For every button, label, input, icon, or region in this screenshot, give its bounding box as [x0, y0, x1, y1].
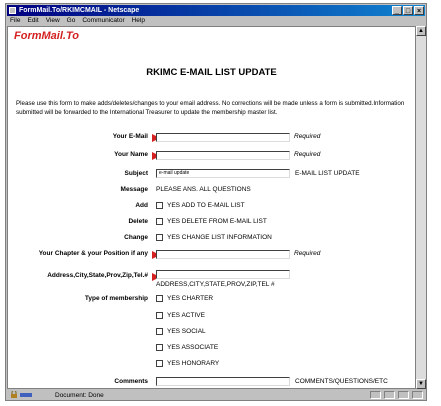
status-bar: Document: Done	[7, 390, 425, 401]
change-label: Change	[124, 234, 148, 241]
social-checkbox[interactable]	[156, 328, 163, 335]
email-label: Your E-Mail	[112, 133, 148, 140]
associate-checkbox[interactable]	[156, 344, 163, 351]
security-lock-icon[interactable]	[11, 390, 33, 399]
subject-field[interactable]: e-mail update	[156, 169, 290, 178]
subject-label: Subject	[124, 170, 148, 177]
menu-communicator[interactable]: Communicator	[82, 16, 124, 26]
status-panel-icon	[370, 391, 381, 399]
vertical-scrollbar[interactable]: ▲ ▼	[416, 26, 426, 389]
subject-note: E-MAIL LIST UPDATE	[295, 170, 360, 177]
delete-checkbox[interactable]	[156, 218, 163, 225]
browser-window: FormMail.To/RKIMCMAIL - Netscape _ □ × F…	[5, 3, 427, 401]
address-field[interactable]	[156, 270, 290, 279]
membership-label: Type of membership	[84, 295, 148, 302]
delete-option-label: YES DELETE FROM E-MAIL LIST	[167, 218, 267, 225]
active-checkbox[interactable]	[156, 312, 163, 319]
comments-note: COMMENTS/QUESTIONS/ETC	[295, 378, 388, 385]
menu-bar: File Edit View Go Communicator Help	[7, 16, 425, 26]
delete-label: Delete	[128, 218, 148, 225]
composer-icon[interactable]	[412, 391, 423, 399]
menu-view[interactable]: View	[46, 16, 60, 26]
window-controls: _ □ ×	[392, 6, 424, 15]
scroll-up-arrow-icon[interactable]: ▲	[416, 26, 426, 36]
membership-option-label: YES HONORARY	[167, 360, 220, 367]
page-content: FormMail.To RKIMC E-MAIL LIST UPDATE Ple…	[7, 26, 416, 389]
mail-icon[interactable]	[398, 391, 409, 399]
component-bar-icon[interactable]	[384, 391, 395, 399]
minimize-button[interactable]: _	[392, 6, 402, 15]
message-label: Message	[120, 186, 148, 193]
honorary-checkbox[interactable]	[156, 360, 163, 367]
name-required-note: Required	[294, 151, 321, 158]
membership-option-label: YES SOCIAL	[167, 328, 206, 335]
page-title: RKIMC E-MAIL LIST UPDATE	[146, 67, 277, 78]
membership-option-label: YES CHARTER	[167, 295, 214, 302]
window-title: FormMail.To/RKIMCMAIL - Netscape	[19, 7, 140, 14]
comments-label: Comments	[114, 378, 148, 385]
change-option-label: YES CHANGE LIST INFORMATION	[167, 234, 272, 241]
name-field[interactable]	[156, 151, 290, 160]
title-bar: FormMail.To/RKIMCMAIL - Netscape _ □ ×	[7, 5, 425, 16]
add-option-label: YES ADD TO E-MAIL LIST	[167, 202, 245, 209]
netscape-app-icon	[9, 7, 16, 14]
menu-edit[interactable]: Edit	[27, 16, 38, 26]
add-checkbox[interactable]	[156, 202, 163, 209]
menu-file[interactable]: File	[10, 16, 20, 26]
address-note: ADDRESS,CITY,STATE,PROV,ZIP,TEL #	[156, 281, 275, 288]
email-field[interactable]	[156, 133, 290, 142]
close-button[interactable]: ×	[414, 6, 424, 15]
status-tray	[370, 391, 423, 399]
name-label: Your Name	[114, 151, 148, 158]
chapter-label: Your Chapter & your Position if any	[38, 250, 148, 257]
chapter-position-field[interactable]	[156, 250, 290, 259]
status-text: Document: Done	[55, 392, 104, 399]
change-checkbox[interactable]	[156, 234, 163, 241]
add-label: Add	[135, 202, 148, 209]
membership-option-label: YES ACTIVE	[167, 312, 205, 319]
maximize-button[interactable]: □	[403, 6, 413, 15]
menu-go[interactable]: Go	[67, 16, 76, 26]
chapter-required-note: Required	[294, 250, 321, 257]
intro-text: Please use this form to make adds/delete…	[16, 100, 405, 116]
scroll-down-arrow-icon[interactable]: ▼	[416, 379, 426, 389]
charter-checkbox[interactable]	[156, 295, 163, 302]
menu-help[interactable]: Help	[132, 16, 145, 26]
comments-field[interactable]	[156, 377, 290, 386]
email-required-note: Required	[294, 133, 321, 140]
address-label: Address,City,State,Prov,Zip,Tel.#	[47, 272, 148, 279]
membership-option-label: YES ASSOCIATE	[167, 344, 219, 351]
message-text: PLEASE ANS. ALL QUESTIONS	[156, 186, 251, 193]
formmail-logo[interactable]: FormMail.To	[14, 30, 79, 42]
